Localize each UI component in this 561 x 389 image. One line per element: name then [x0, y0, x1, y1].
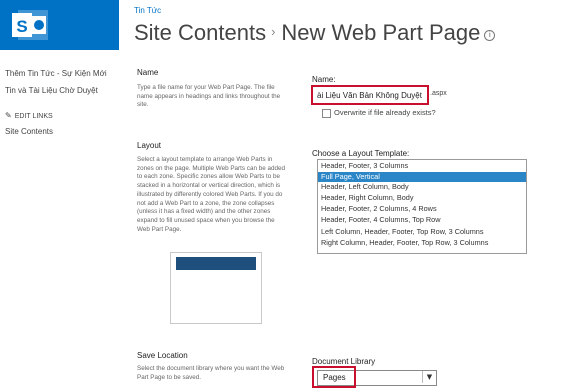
pencil-icon: ✎	[5, 111, 12, 120]
layout-option[interactable]: Left Column, Header, Footer, Top Row, 3 …	[318, 227, 526, 237]
layout-preview-image	[170, 252, 262, 324]
sharepoint-logo-icon: S	[12, 10, 48, 40]
overwrite-checkbox[interactable]	[322, 109, 331, 118]
nav-item-site-contents[interactable]: Site Contents	[5, 127, 53, 136]
layout-option-selected[interactable]: Full Page, Vertical	[318, 171, 526, 182]
nav-item-pending-docs[interactable]: Tin và Tài Liệu Chờ Duyệt	[5, 86, 98, 95]
info-icon[interactable]: i	[484, 30, 496, 41]
file-name-input[interactable]: ài Liệu Văn Bản Không Duyệt	[311, 85, 429, 105]
edit-links-label: EDIT LINKS	[14, 113, 53, 120]
edit-links-button[interactable]: ✎ EDIT LINKS	[5, 111, 53, 120]
sharepoint-logo[interactable]: S	[0, 0, 119, 50]
site-breadcrumb-link[interactable]: Tin Tức	[134, 6, 161, 15]
layout-template-list[interactable]: Header, Footer, 3 Columns Full Page, Ver…	[317, 159, 527, 254]
name-section-title: Name	[137, 68, 159, 77]
layout-option[interactable]: Header, Right Column, Body	[318, 193, 526, 203]
save-location-title: Save Location	[137, 351, 188, 360]
layout-option[interactable]: Header, Footer, 3 Columns	[318, 161, 526, 171]
file-extension: .aspx	[430, 90, 447, 97]
layout-option[interactable]: Header, Footer, 2 Columns, 4 Rows	[318, 204, 526, 214]
document-library-label: Document Library	[312, 357, 376, 366]
svg-text:S: S	[16, 17, 27, 36]
file-name-value: ài Liệu Văn Bản Không Duyệt	[317, 91, 422, 100]
layout-option[interactable]: Right Column, Header, Footer, Top Row, 3…	[318, 238, 526, 248]
title-current: New Web Part Page	[281, 20, 481, 45]
page-title: Site Contents › New Web Part Page i	[134, 20, 496, 46]
name-section-description: Type a file name for your Web Part Page.…	[137, 84, 281, 109]
chevron-down-icon[interactable]: ▼	[422, 371, 436, 383]
layout-section-title: Layout	[137, 141, 162, 150]
overwrite-checkbox-label: Overwrite if file already exists?	[334, 108, 436, 117]
layout-option[interactable]: Header, Left Column, Body	[318, 182, 526, 192]
layout-section-description: Select a layout template to arrange Web …	[137, 156, 285, 233]
layout-preview-zone	[176, 257, 256, 270]
nav-item-news[interactable]: Thêm Tin Tức - Sự Kiện Mới	[5, 69, 107, 78]
breadcrumb-separator: ›	[271, 24, 276, 39]
layout-option[interactable]: Header, Footer, 4 Columns, Top Row	[318, 215, 526, 225]
name-field-label: Name:	[312, 75, 336, 84]
title-parent-link[interactable]: Site Contents	[134, 20, 266, 45]
layout-template-label: Choose a Layout Template:	[312, 149, 410, 158]
save-location-description: Select the document library where you wa…	[137, 365, 285, 381]
library-highlight-box	[312, 366, 356, 388]
